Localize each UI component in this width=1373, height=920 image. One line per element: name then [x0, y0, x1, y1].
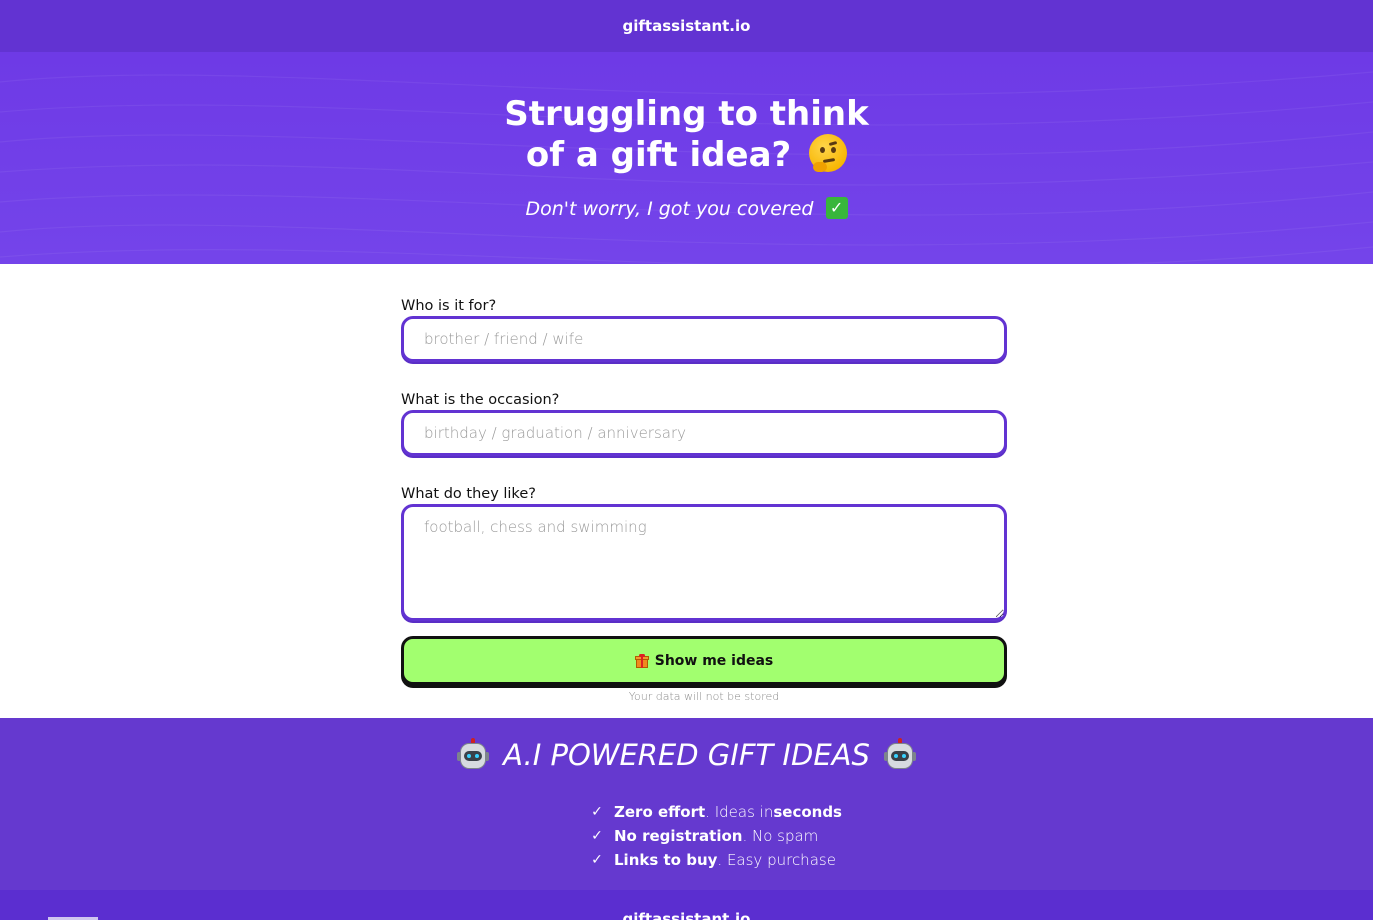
gift-icon: [634, 653, 649, 668]
feature-text: . Easy purchase: [717, 851, 836, 869]
likes-label: What do they like?: [401, 486, 536, 502]
robot-icon: [457, 738, 490, 772]
checkmark-icon: ✓: [591, 804, 603, 820]
feature-list: ✓ Zero effort. Ideas in seconds ✓ No reg…: [590, 800, 842, 872]
occasion-label: What is the occasion?: [401, 392, 560, 408]
features-title-text: A.I POWERED GIFT IDEAS: [503, 738, 870, 772]
show-ideas-label: Show me ideas: [654, 652, 774, 669]
feature-bold: Zero effort: [614, 803, 706, 821]
robot-icon: [883, 738, 916, 772]
feature-item: ✓ Zero effort. Ideas in seconds: [590, 800, 842, 824]
feature-text: . Ideas in: [705, 803, 774, 821]
privacy-note: Your data will not be stored: [628, 690, 780, 703]
hero-subtitle-text: Don't worry, I got you covered: [525, 198, 814, 220]
feature-bold-2: seconds: [773, 803, 842, 821]
features-title: A.I POWERED GIFT IDEAS: [0, 738, 1373, 772]
who-label: Who is it for?: [401, 298, 497, 314]
features-section: A.I POWERED GIFT IDEAS ✓ Zero effort. Id…: [0, 718, 1373, 890]
hero-title: Struggling to think of a gift idea?: [0, 94, 1373, 176]
thinking-face-icon: [809, 133, 848, 172]
feature-item: ✓ Links to buy. Easy purchase: [590, 848, 842, 872]
check-mark-icon: ✓: [825, 196, 848, 219]
hero-section: Struggling to think of a gift idea? Don'…: [0, 52, 1373, 264]
occasion-input[interactable]: [401, 410, 1007, 456]
gift-form: Who is it for? What is the occasion? Wha…: [401, 296, 1007, 703]
hero-title-line1: Struggling to think: [504, 94, 869, 134]
footer: giftassistant.io: [0, 890, 1373, 920]
hero-subtitle: Don't worry, I got you covered ✓: [0, 196, 1373, 221]
feature-text: . No spam: [742, 827, 819, 845]
feature-item: ✓ No registration. No spam: [590, 824, 842, 848]
who-input[interactable]: [401, 316, 1007, 362]
footer-brand[interactable]: giftassistant.io: [0, 910, 1373, 920]
hero-title-line2: of a gift idea?: [525, 135, 792, 175]
feature-bold: No registration: [614, 827, 743, 845]
checkmark-icon: ✓: [591, 828, 603, 844]
site-brand[interactable]: giftassistant.io: [623, 17, 751, 35]
show-ideas-button[interactable]: Show me ideas: [401, 636, 1007, 685]
checkmark-icon: ✓: [591, 852, 603, 868]
feature-bold: Links to buy: [614, 851, 718, 869]
likes-textarea[interactable]: [401, 504, 1007, 621]
top-header: giftassistant.io: [0, 0, 1373, 52]
